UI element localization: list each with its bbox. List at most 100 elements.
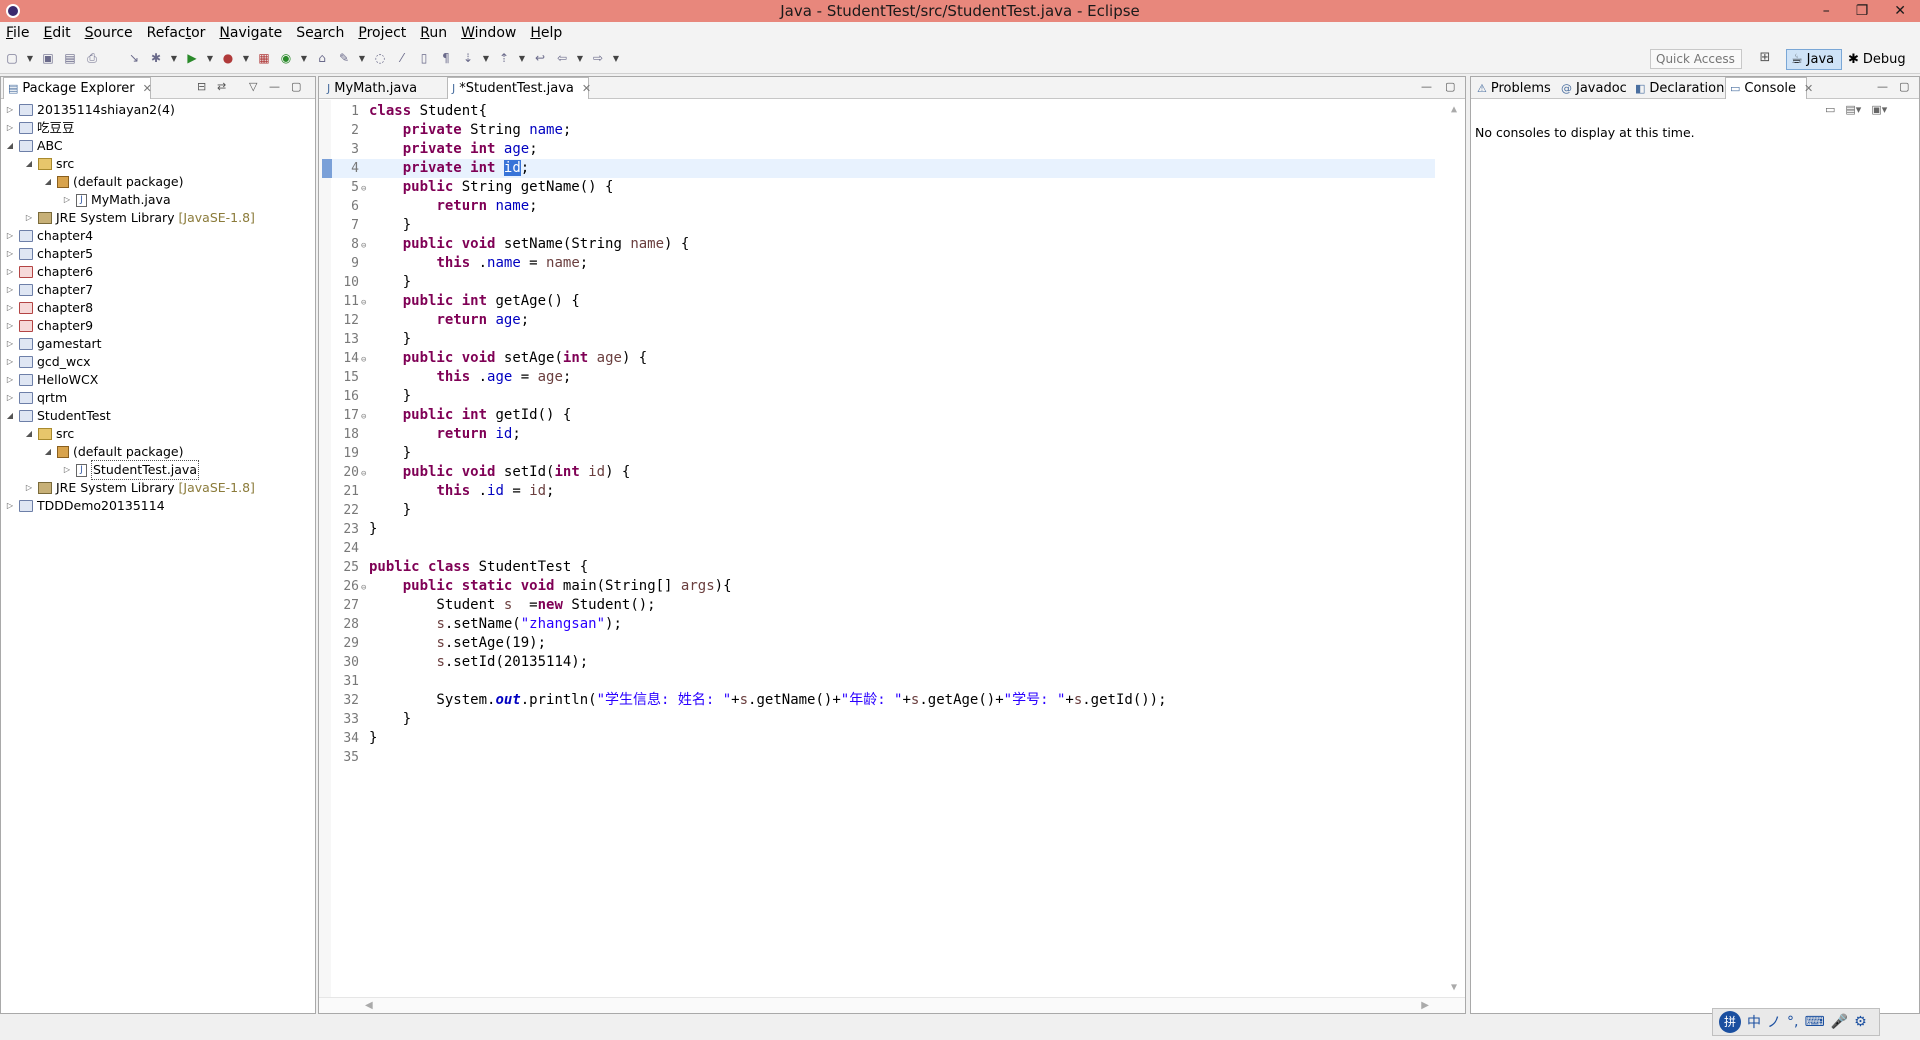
collapsed-arrow-icon[interactable]: ▷ xyxy=(5,299,15,317)
external-tools-dropdown-icon[interactable]: ▼ xyxy=(242,50,250,66)
collapsed-arrow-icon[interactable]: ▷ xyxy=(5,101,15,119)
tree-item[interactable]: ◢ (default package) xyxy=(43,173,184,191)
search-dropdown-icon[interactable]: ▼ xyxy=(358,50,366,66)
view-menu-icon[interactable]: ▽ xyxy=(249,80,257,93)
code-line[interactable]: 21 this .id = id; xyxy=(331,482,1435,501)
new-java-package-icon[interactable]: ▦ xyxy=(256,50,272,66)
tab-javadoc[interactable]: @ Javadoc xyxy=(1557,77,1631,99)
collapsed-arrow-icon[interactable]: ▷ xyxy=(62,461,72,479)
menu-edit[interactable]: Edit xyxy=(43,25,70,41)
code-line[interactable]: 12 return age; xyxy=(331,311,1435,330)
run-dropdown-icon[interactable]: ▼ xyxy=(206,50,214,66)
back-icon[interactable]: ⇦ xyxy=(554,50,570,66)
save-all-icon[interactable]: ▤ xyxy=(62,50,78,66)
toggle-word-wrap-icon[interactable]: ⁄ xyxy=(394,50,410,66)
close-tab-icon[interactable]: ✕ xyxy=(143,78,152,99)
collapsed-arrow-icon[interactable]: ▷ xyxy=(5,497,15,515)
punctuation-icon[interactable]: ノ xyxy=(1767,1012,1781,1032)
collapsed-arrow-icon[interactable]: ▷ xyxy=(5,353,15,371)
tree-item[interactable]: ▷ HelloWCX xyxy=(5,371,98,389)
tree-item[interactable]: ▷ chapter6 xyxy=(5,263,93,281)
code-editor[interactable]: ▲ ▼ 1 class Student{2 private String name… xyxy=(319,100,1465,997)
tree-item[interactable]: ▷ gcd_wcx xyxy=(5,353,91,371)
minimize-editor-icon[interactable]: — xyxy=(1421,80,1432,93)
external-tools-icon[interactable]: ● xyxy=(220,50,236,66)
collapsed-arrow-icon[interactable]: ▷ xyxy=(24,479,34,497)
menu-help[interactable]: Help xyxy=(530,25,562,41)
next-annotation-dropdown-icon[interactable]: ▼ xyxy=(482,50,490,66)
code-line[interactable]: 34} xyxy=(331,729,1435,748)
open-console-icon[interactable]: ▣▾ xyxy=(1871,103,1887,116)
display-selected-console-icon[interactable]: ▤▾ xyxy=(1845,103,1861,116)
collapsed-arrow-icon[interactable]: ▷ xyxy=(5,119,15,137)
tree-item[interactable]: ◢ src xyxy=(24,425,74,443)
editor-horizontal-scrollbar[interactable]: ◀ ▶ xyxy=(319,997,1465,1013)
menu-run[interactable]: Run xyxy=(420,25,447,41)
code-line[interactable]: 13 } xyxy=(331,330,1435,349)
code-line[interactable]: 30 s.setId(20135114); xyxy=(331,653,1435,672)
microphone-icon[interactable]: 🎤 xyxy=(1831,1014,1848,1030)
open-type-icon[interactable]: ⌂ xyxy=(314,50,330,66)
tree-item[interactable]: ▷ chapter9 xyxy=(5,317,93,335)
restore-button[interactable]: ❐ xyxy=(1856,0,1869,22)
expanded-arrow-icon[interactable]: ◢ xyxy=(5,407,15,425)
code-line[interactable]: 31 xyxy=(331,672,1435,691)
tree-item[interactable]: ▷ qrtm xyxy=(5,389,67,407)
code-line[interactable]: 18 return id; xyxy=(331,425,1435,444)
pin-console-icon[interactable]: ▭ xyxy=(1825,103,1835,116)
debug-perspective-button[interactable]: ✱ Debug xyxy=(1844,49,1914,70)
code-line[interactable]: 22 } xyxy=(331,501,1435,520)
tree-item[interactable]: ▷ chapter8 xyxy=(5,299,93,317)
expanded-arrow-icon[interactable]: ◢ xyxy=(24,155,34,173)
collapsed-arrow-icon[interactable]: ▷ xyxy=(5,371,15,389)
maximize-view-icon[interactable]: ▢ xyxy=(291,80,301,93)
collapsed-arrow-icon[interactable]: ▷ xyxy=(5,281,15,299)
code-line[interactable]: 24 xyxy=(331,539,1435,558)
new-dropdown-icon[interactable]: ▼ xyxy=(26,50,34,66)
tree-item[interactable]: ▷ chapter5 xyxy=(5,245,93,263)
toggle-mark-occurrences-icon[interactable]: ◌ xyxy=(372,50,388,66)
tab-studenttest-java[interactable]: J *StudentTest.java ✕ xyxy=(447,77,591,99)
code-line[interactable]: 9 this .name = name; xyxy=(331,254,1435,273)
close-tab-icon[interactable]: ✕ xyxy=(1804,78,1813,99)
tree-item[interactable]: ▷ J MyMath.java xyxy=(62,191,171,209)
run-icon[interactable]: ▶ xyxy=(184,50,200,66)
code-line[interactable]: 11 ⊖ public int getAge() { xyxy=(331,292,1435,311)
code-line[interactable]: 1 class Student{ xyxy=(331,102,1435,121)
code-line[interactable]: 27 Student s =new Student(); xyxy=(331,596,1435,615)
show-whitespace-icon[interactable]: ¶ xyxy=(438,50,454,66)
expanded-arrow-icon[interactable]: ◢ xyxy=(43,443,53,461)
code-line[interactable]: 10 } xyxy=(331,273,1435,292)
close-tab-icon[interactable]: ✕ xyxy=(582,78,591,99)
editor-vertical-scrollbar[interactable]: ▲ ▼ xyxy=(1447,100,1465,997)
maximize-view-icon[interactable]: ▢ xyxy=(1899,80,1909,93)
code-line[interactable]: 8 ⊖ public void setName(String name) { xyxy=(331,235,1435,254)
code-line[interactable]: 5 ⊖ public String getName() { xyxy=(331,178,1435,197)
new-icon[interactable]: ▢ xyxy=(4,50,20,66)
collapsed-arrow-icon[interactable]: ▷ xyxy=(5,389,15,407)
tree-item[interactable]: ◢ src xyxy=(24,155,74,173)
debug-dropdown-icon[interactable]: ▼ xyxy=(170,50,178,66)
code-line[interactable]: 14 ⊖ public void setAge(int age) { xyxy=(331,349,1435,368)
tree-item[interactable]: ◢ ABC xyxy=(5,137,63,155)
settings-icon[interactable]: ⚙ xyxy=(1854,1014,1867,1030)
menu-source[interactable]: Source xyxy=(85,25,133,41)
code-line[interactable]: 2 private String name; xyxy=(331,121,1435,140)
tree-item[interactable]: ▷ 20135114shiayan2(4) xyxy=(5,101,175,119)
maximize-editor-icon[interactable]: ▢ xyxy=(1445,80,1455,93)
menu-file[interactable]: File xyxy=(6,25,29,41)
code-line[interactable]: 32 System.out.println("学生信息: 姓名: "+s.get… xyxy=(331,691,1435,710)
tab-problems[interactable]: ⚠ Problems xyxy=(1473,77,1557,99)
forward-dropdown-icon[interactable]: ▼ xyxy=(612,50,620,66)
collapse-all-icon[interactable]: ⊟ xyxy=(197,80,206,93)
minimize-button[interactable]: – xyxy=(1823,0,1830,22)
minimize-view-icon[interactable]: — xyxy=(269,80,280,93)
block-selection-icon[interactable]: ▯ xyxy=(416,50,432,66)
back-dropdown-icon[interactable]: ▼ xyxy=(576,50,584,66)
scroll-up-icon[interactable]: ▲ xyxy=(1451,104,1457,115)
code-line[interactable]: 25 public class StudentTest { xyxy=(331,558,1435,577)
tab-declaration[interactable]: ◧ Declaration xyxy=(1631,77,1725,99)
java-perspective-button[interactable]: ☕ Java xyxy=(1786,49,1842,70)
skip-breakpoints-icon[interactable]: ↘ xyxy=(126,50,142,66)
collapsed-arrow-icon[interactable]: ▷ xyxy=(5,227,15,245)
